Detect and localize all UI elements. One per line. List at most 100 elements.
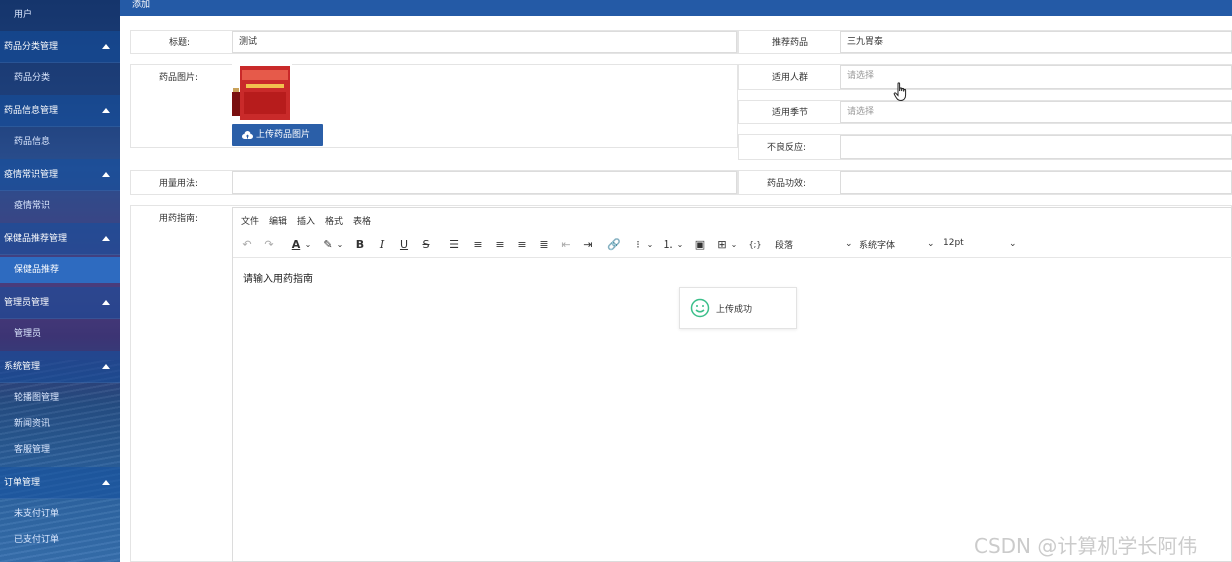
upload-success-toast: 上传成功 (679, 287, 797, 329)
indent-icon[interactable]: ⇥ (581, 237, 595, 253)
italic-icon[interactable]: I (375, 237, 389, 253)
menu-edit[interactable]: 编辑 (269, 214, 287, 227)
rich-text-editor: 文件 编辑 插入 格式 表格 ↶ ↷ A ⌄ ✎ ⌄ B I U S ☰ ≡ ≡… (232, 207, 1232, 562)
sidebar-group-orders[interactable]: 订单管理 (0, 467, 120, 499)
table-icon[interactable]: ⊞ (715, 237, 729, 253)
image-icon[interactable]: ▣ (693, 237, 707, 253)
crowd-label: 适用人群 (771, 73, 808, 83)
caret-up-icon (102, 172, 110, 177)
season-select[interactable]: 请选择 (840, 101, 1232, 123)
smile-icon (690, 298, 710, 318)
outdent-icon[interactable]: ⇤ (559, 237, 573, 253)
align-right-icon[interactable]: ≡ (515, 237, 529, 253)
menu-insert[interactable]: 插入 (297, 214, 315, 227)
sidebar-item-paid-orders[interactable]: 已支付订单 (0, 527, 120, 553)
bold-icon[interactable]: B (353, 237, 367, 253)
numbered-list-icon[interactable]: ⒈ (661, 237, 675, 253)
chevron-down-icon: ⌄ (927, 239, 935, 249)
code-icon[interactable]: {;} (747, 237, 763, 253)
font-size-select[interactable]: 12pt ⌄ (943, 238, 1021, 249)
sidebar-item-label: 保健品推荐管理 (4, 234, 68, 244)
text-color-icon[interactable]: A (289, 237, 303, 253)
usage-label: 用量用法: (158, 179, 198, 189)
sidebar-item-users[interactable]: 用户 (0, 2, 120, 28)
sidebar-item-label: 管理员 (14, 329, 42, 339)
chevron-down-icon: ⌄ (845, 239, 853, 249)
sidebar-item-admins[interactable]: 管理员 (0, 321, 120, 347)
caret-up-icon (102, 236, 110, 241)
link-icon[interactable]: 🔗 (607, 237, 621, 253)
sidebar-item-label: 保健品推荐 (14, 265, 60, 275)
chevron-down-icon[interactable]: ⌄ (303, 237, 313, 253)
sidebar-item-health-products[interactable]: 保健品推荐 (0, 257, 120, 283)
menu-format[interactable]: 格式 (325, 214, 343, 227)
block-format-select[interactable]: 段落 ⌄ (775, 238, 855, 251)
efficacy-label: 药品功效: (766, 179, 806, 189)
line-height-icon[interactable]: ☰ (447, 237, 461, 253)
font-size-value: 12pt (943, 238, 964, 248)
top-bar: 添加 (120, 0, 1232, 16)
sidebar-item-label: 药品分类管理 (4, 42, 59, 52)
chevron-down-icon: ⌄ (1009, 239, 1017, 249)
chevron-down-icon[interactable]: ⌄ (335, 237, 345, 253)
sidebar-item-label: 疫情常识 (14, 201, 51, 211)
caret-up-icon (102, 44, 110, 49)
menu-file[interactable]: 文件 (241, 214, 259, 227)
sidebar-item-epidemic[interactable]: 疫情常识 (0, 193, 120, 219)
medicine-image (232, 64, 292, 122)
sidebar-group-drug-info[interactable]: 药品信息管理 (0, 95, 120, 127)
align-justify-icon[interactable]: ≣ (537, 237, 551, 253)
sidebar-item-label: 用户 (14, 10, 33, 20)
usage-input[interactable] (232, 171, 737, 194)
sidebar-item-label: 管理员管理 (4, 298, 50, 308)
caret-up-icon (102, 300, 110, 305)
sidebar-group-drug-category[interactable]: 药品分类管理 (0, 31, 120, 63)
sidebar-item-label: 未支付订单 (14, 509, 60, 519)
season-label: 适用季节 (771, 108, 808, 118)
sidebar-item-news[interactable]: 新闻资讯 (0, 411, 120, 437)
block-format-value: 段落 (775, 241, 794, 251)
efficacy-input[interactable] (840, 171, 1232, 194)
chevron-down-icon[interactable]: ⌄ (645, 237, 655, 253)
sidebar-group-health-products[interactable]: 保健品推荐管理 (0, 223, 120, 255)
sidebar-item-support[interactable]: 客服管理 (0, 437, 120, 463)
sidebar-item-drug-category[interactable]: 药品分类 (0, 65, 120, 91)
underline-icon[interactable]: U (397, 237, 411, 253)
sidebar-item-label: 订单管理 (4, 478, 41, 488)
font-family-select[interactable]: 系统字体 ⌄ (859, 238, 937, 251)
sidebar-item-label: 药品信息管理 (4, 106, 59, 116)
cloud-upload-icon (242, 131, 253, 139)
sidebar-group-admins[interactable]: 管理员管理 (0, 287, 120, 319)
align-center-icon[interactable]: ≡ (493, 237, 507, 253)
menu-table[interactable]: 表格 (353, 214, 371, 227)
strikethrough-icon[interactable]: S (419, 237, 433, 253)
adverse-input[interactable] (840, 135, 1232, 159)
sidebar-group-system[interactable]: 系统管理 (0, 351, 120, 383)
recommend-input[interactable]: 三九胃泰 (840, 31, 1232, 53)
align-left-icon[interactable]: ≡ (471, 237, 485, 253)
title-input[interactable]: 测试 (232, 31, 737, 53)
caret-up-icon (102, 364, 110, 369)
image-label: 药品图片: (158, 73, 198, 83)
bullet-list-icon[interactable]: ⁝ (631, 237, 645, 253)
undo-icon[interactable]: ↶ (239, 237, 255, 253)
highlight-color-icon[interactable]: ✎ (321, 237, 335, 253)
guide-label: 用药指南: (158, 214, 198, 224)
chevron-down-icon[interactable]: ⌄ (675, 237, 685, 253)
sidebar-item-drug-info[interactable]: 药品信息 (0, 129, 120, 155)
sidebar-item-label: 药品信息 (14, 137, 51, 147)
caret-up-icon (102, 108, 110, 113)
font-family-value: 系统字体 (859, 241, 896, 251)
sidebar-group-epidemic[interactable]: 疫情常识管理 (0, 159, 120, 191)
sidebar-item-label: 新闻资讯 (14, 419, 51, 429)
editor-content[interactable]: 请输入用药指南 (243, 270, 313, 285)
sidebar: 用户 药品分类管理 药品分类 药品信息管理 药品信息 疫情常识管理 疫情常识 保… (0, 0, 120, 562)
sidebar-item-carousel[interactable]: 轮播图管理 (0, 385, 120, 411)
sidebar-item-label: 系统管理 (4, 362, 41, 372)
editor-menubar: 文件 编辑 插入 格式 表格 (233, 208, 1232, 232)
upload-image-button[interactable]: 上传药品图片 (232, 124, 323, 146)
recommend-label: 推荐药品 (771, 38, 808, 48)
sidebar-item-unpaid-orders[interactable]: 未支付订单 (0, 501, 120, 527)
redo-icon[interactable]: ↷ (261, 237, 277, 253)
chevron-down-icon[interactable]: ⌄ (729, 237, 739, 253)
